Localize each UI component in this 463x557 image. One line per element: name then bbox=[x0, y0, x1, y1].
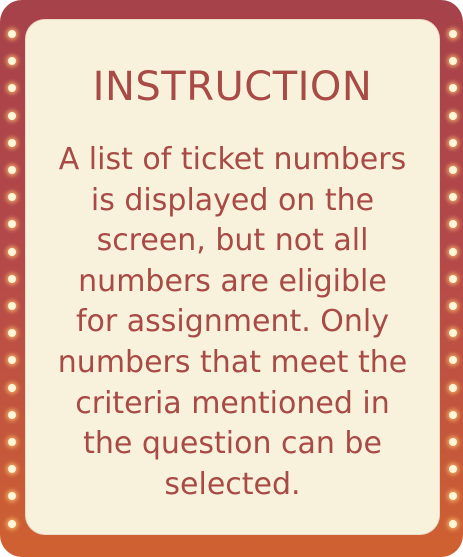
marquee-bulb bbox=[8, 383, 16, 392]
marquee-bulb bbox=[8, 465, 16, 474]
marquee-bulb bbox=[449, 383, 457, 392]
marquee-bulb bbox=[449, 410, 457, 419]
marquee-bulb bbox=[8, 410, 16, 419]
marquee-bulb bbox=[8, 356, 16, 365]
marquee-frame: INSTRUCTION A list of ticket numbers is … bbox=[0, 0, 463, 557]
marquee-bulb bbox=[8, 220, 16, 229]
marquee-bulb bbox=[8, 329, 16, 338]
marquee-bulb bbox=[8, 247, 16, 256]
marquee-bulb bbox=[449, 492, 457, 501]
marquee-bulb bbox=[449, 30, 457, 38]
instruction-title: INSTRUCTION bbox=[92, 64, 373, 110]
instruction-line: criteria mentioned in bbox=[75, 385, 390, 421]
marquee-bulb bbox=[8, 57, 16, 66]
marquee-bulb bbox=[449, 247, 457, 256]
marquee-bulb bbox=[449, 193, 457, 202]
marquee-bulb bbox=[8, 302, 16, 310]
marquee-bulb bbox=[449, 356, 457, 365]
marquee-bulb bbox=[8, 84, 16, 93]
marquee-bulb bbox=[449, 519, 457, 528]
marquee-bulb bbox=[449, 84, 457, 93]
instruction-line: for assignment. Only bbox=[75, 304, 390, 340]
marquee-bulb bbox=[449, 465, 457, 474]
marquee-bulb bbox=[449, 111, 457, 120]
instruction-line: selected. bbox=[164, 466, 301, 502]
marquee-bulb bbox=[8, 274, 16, 283]
instruction-line: numbers are eligible bbox=[78, 263, 387, 299]
left-bulb-column bbox=[1, 0, 23, 557]
marquee-bulb bbox=[449, 166, 457, 174]
marquee-bulb bbox=[8, 438, 16, 446]
instruction-line: screen, but not all bbox=[96, 223, 369, 259]
marquee-bulb bbox=[8, 111, 16, 120]
marquee-bulb bbox=[8, 138, 16, 147]
marquee-bulb bbox=[8, 30, 16, 38]
right-bulb-column bbox=[442, 0, 463, 557]
marquee-bulb bbox=[449, 57, 457, 66]
marquee-bulb bbox=[8, 519, 16, 528]
instruction-line: A list of ticket numbers bbox=[58, 142, 407, 177]
marquee-bulb bbox=[8, 166, 16, 174]
instruction-line: the question can be bbox=[83, 426, 382, 462]
marquee-bulb bbox=[8, 193, 16, 202]
marquee-bulb bbox=[449, 220, 457, 229]
marquee-bulb bbox=[449, 138, 457, 147]
marquee-bulb bbox=[449, 274, 457, 283]
marquee-bulb bbox=[449, 329, 457, 338]
instruction-line: is displayed on the bbox=[90, 182, 375, 218]
marquee-bulb bbox=[449, 438, 457, 446]
instruction-text: A list of ticket numbers is displayed on… bbox=[25, 140, 440, 505]
instruction-panel: INSTRUCTION A list of ticket numbers is … bbox=[25, 19, 440, 535]
marquee-bulb bbox=[449, 302, 457, 310]
instruction-line: numbers that meet the bbox=[57, 344, 408, 380]
marquee-bulb bbox=[8, 492, 16, 501]
